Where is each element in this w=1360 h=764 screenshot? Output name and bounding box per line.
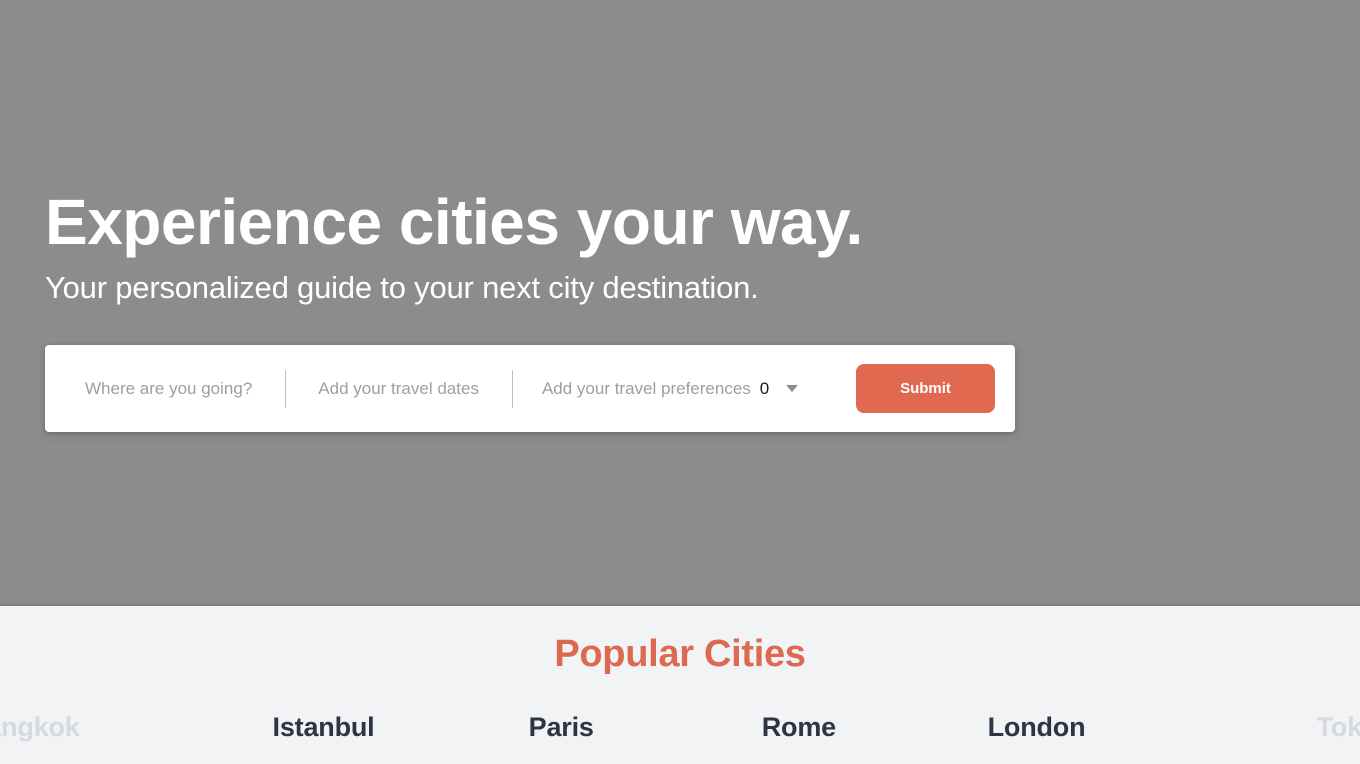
city-item-rome[interactable]: Rome: [680, 712, 918, 743]
landing-page: Experience cities your way. Your persona…: [0, 0, 1360, 764]
preferences-placeholder: Add your travel preferences: [541, 378, 751, 398]
city-item-bangkok[interactable]: Bangkok: [0, 712, 205, 743]
preferences-count: 0: [759, 378, 770, 398]
destination-field[interactable]: Where are you going?: [45, 345, 285, 432]
popular-cities-heading: Popular Cities: [554, 633, 806, 675]
dates-placeholder: Add your travel dates: [318, 378, 479, 398]
city-item-london[interactable]: London: [918, 712, 1156, 743]
city-item-tokyo[interactable]: Tokyo: [1155, 712, 1360, 743]
page-subtitle: Your personalized guide to your next cit…: [45, 270, 759, 306]
chevron-down-icon[interactable]: [786, 385, 799, 392]
popular-cities-carousel[interactable]: Bangkok Istanbul Paris Rome London Tokyo: [0, 712, 1360, 743]
city-item-istanbul[interactable]: Istanbul: [205, 712, 443, 743]
dates-field[interactable]: Add your travel dates: [286, 345, 512, 432]
submit-button[interactable]: Submit: [856, 364, 995, 413]
preferences-field[interactable]: Add your travel preferences 0: [513, 345, 818, 432]
popular-cities-section: Popular Cities Bangkok Istanbul Paris Ro…: [0, 608, 1360, 764]
city-item-paris[interactable]: Paris: [442, 712, 680, 743]
hero-section: Experience cities your way. Your persona…: [0, 0, 1360, 606]
hero-content: Experience cities your way. Your persona…: [45, 186, 1315, 306]
destination-placeholder: Where are you going?: [85, 378, 253, 398]
page-title: Experience cities your way.: [45, 186, 863, 258]
search-bar: Where are you going? Add your travel dat…: [45, 345, 1015, 432]
